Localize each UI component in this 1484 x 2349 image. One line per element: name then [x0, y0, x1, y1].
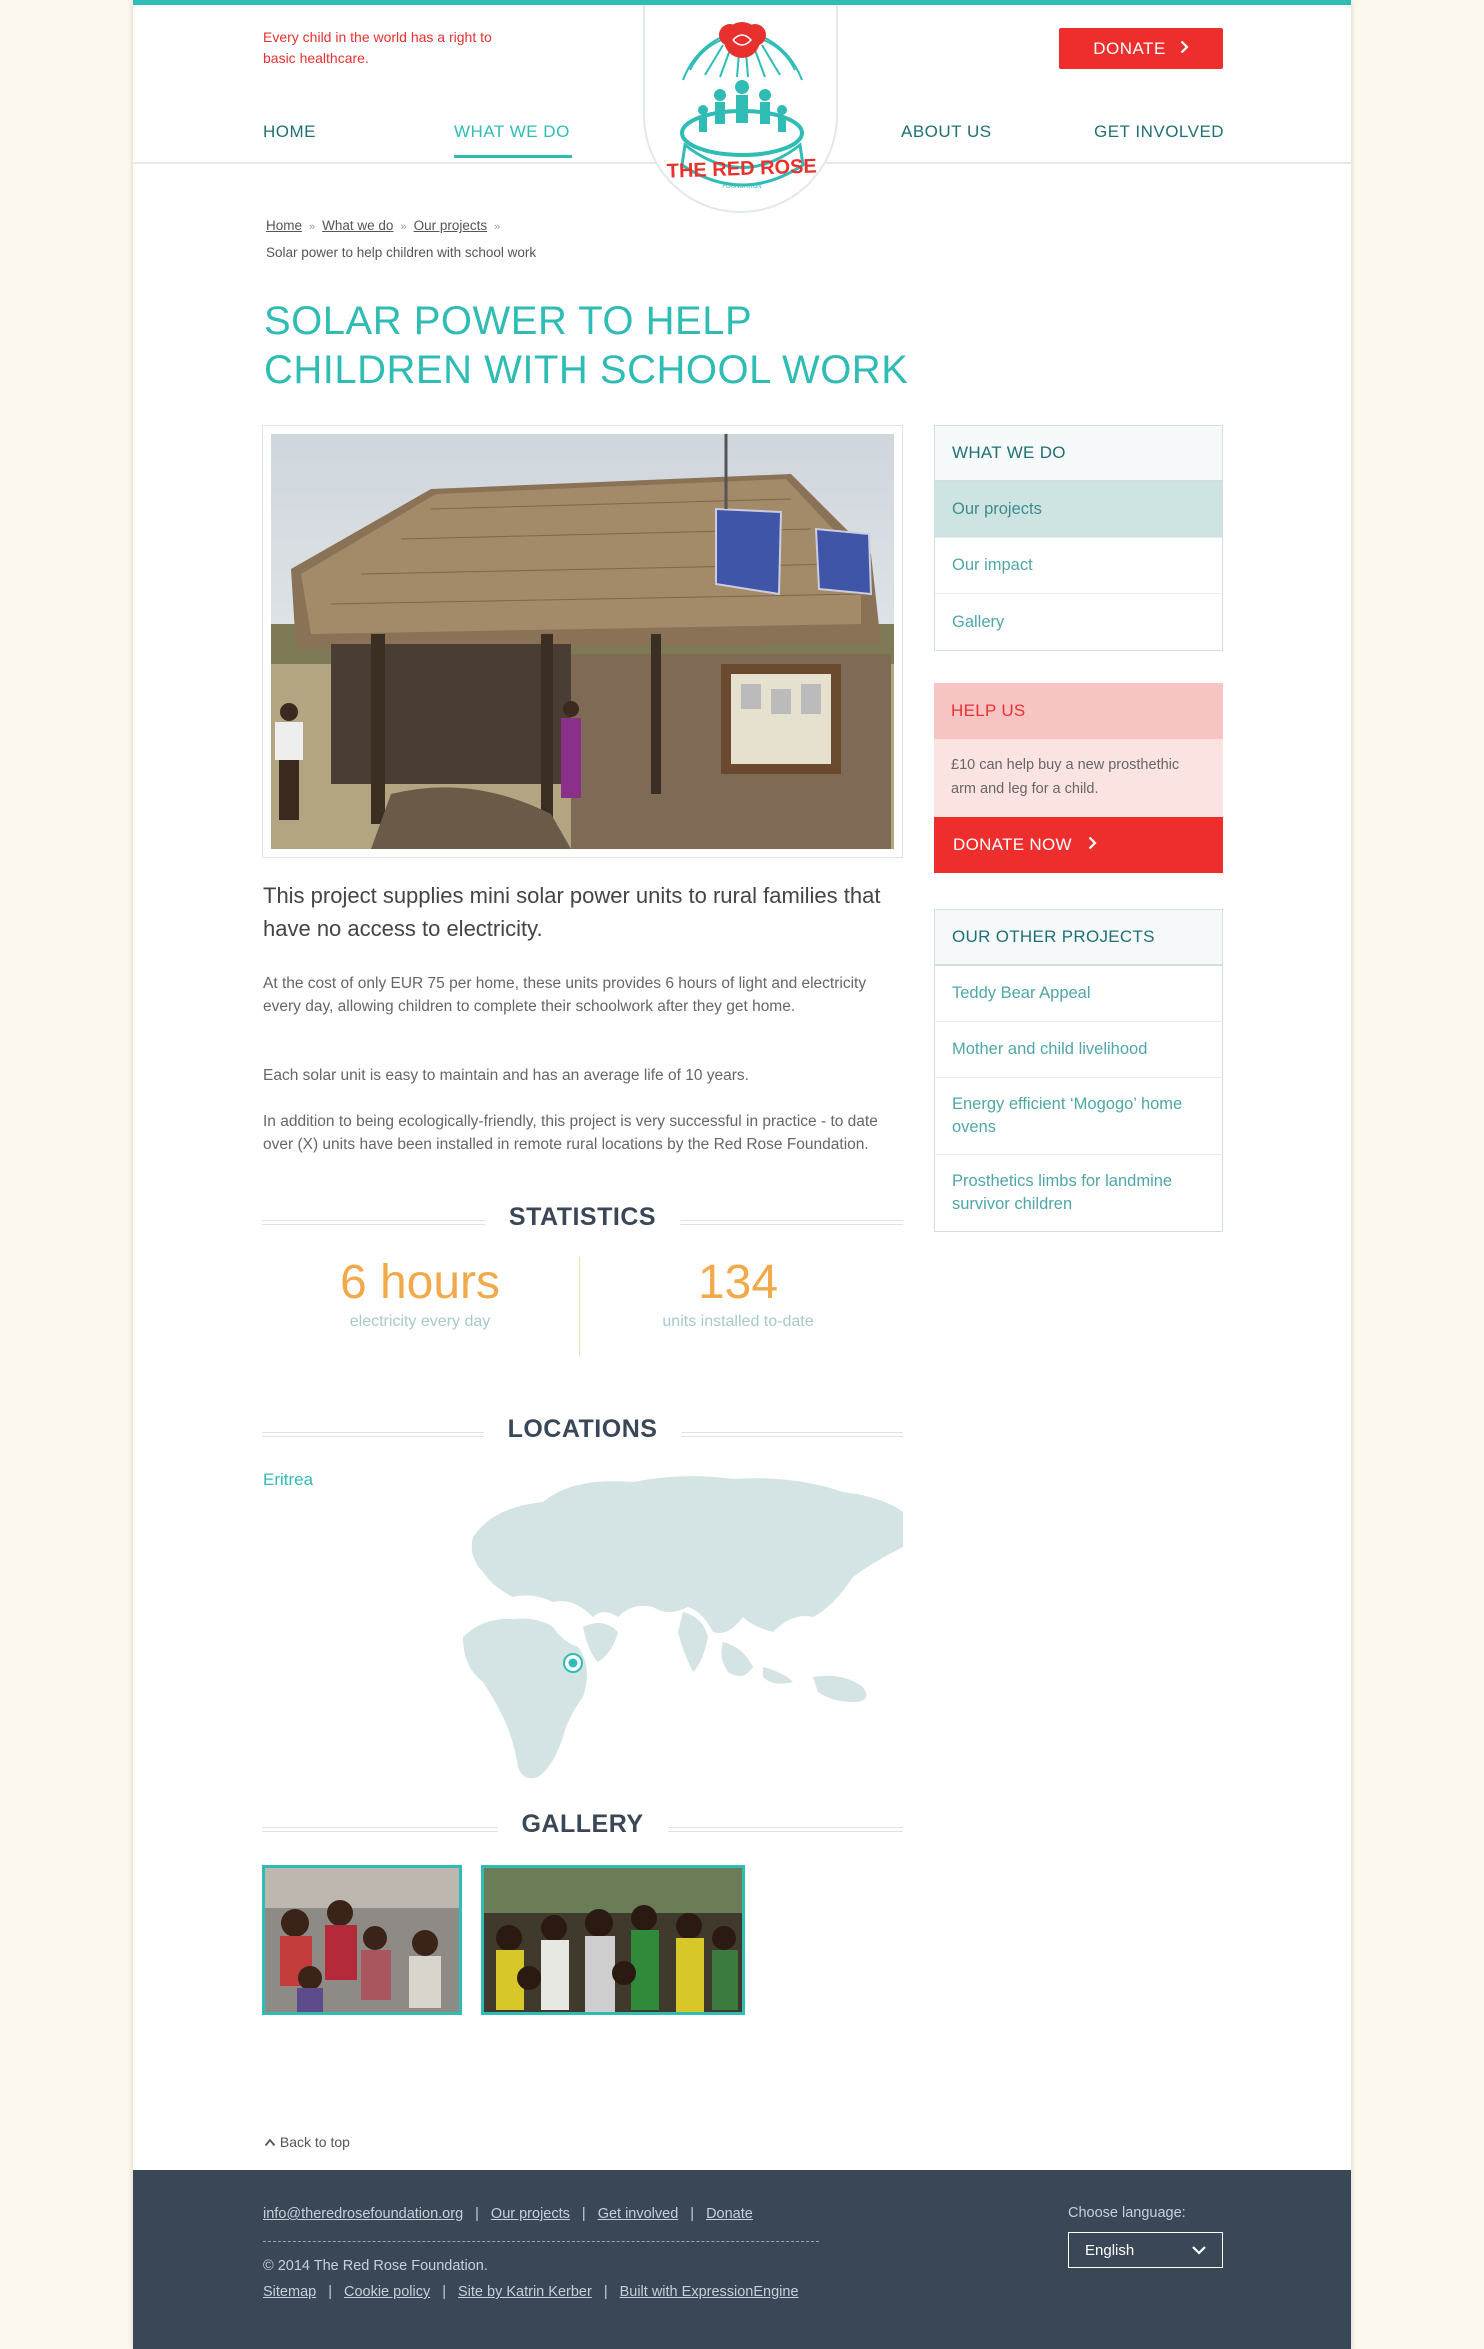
footer-link-our-projects[interactable]: Our projects [491, 2206, 570, 2222]
footer-links: info@theredrosefoundation.org | Our proj… [263, 2206, 753, 2222]
svg-text:THE RED ROSE: THE RED ROSE [666, 155, 817, 182]
gallery-heading: GALLERY [262, 1810, 903, 1850]
stat-hours: 6 hours electricity every day [262, 1255, 578, 1331]
solar-hut-image [271, 434, 894, 849]
body-paragraph: At the cost of only EUR 75 per home, the… [263, 975, 867, 1015]
language-label: Choose language: [1068, 2205, 1186, 2221]
chevron-right-icon: » [494, 221, 501, 233]
world-map [463, 1476, 903, 1779]
donate-now-button[interactable]: DONATE NOW [934, 817, 1223, 873]
nav-active-indicator [454, 155, 572, 158]
page-title: SOLAR POWER TO HELP CHILDREN WITH SCHOOL… [264, 299, 909, 392]
sidebar-item-gallery[interactable]: Gallery [935, 594, 1222, 650]
what-we-do-menu: WHAT WE DO Our projects Our impact Galle… [934, 425, 1223, 651]
intro-text: This project supplies mini solar power u… [263, 883, 881, 941]
donate-button[interactable]: DONATE [1059, 28, 1223, 69]
footer-link-donate[interactable]: Donate [706, 2206, 753, 2222]
statistics-heading: STATISTICS [262, 1203, 903, 1243]
locations-heading: LOCATIONS [262, 1415, 903, 1455]
stat-caption: units installed to-date [662, 1313, 814, 1330]
red-rose-logo-icon: THE RED ROSE FOUNDATION [666, 22, 817, 190]
logo[interactable]: THE RED ROSE FOUNDATION [643, 5, 838, 213]
breadcrumb-our-projects[interactable]: Our projects [414, 218, 488, 233]
language-value: English [1085, 2241, 1135, 2259]
what-we-do-heading: WHAT WE DO [935, 426, 1222, 482]
donate-now-label: DONATE NOW [953, 835, 1072, 854]
sidebar-item-our-impact[interactable]: Our impact [935, 538, 1222, 594]
body-paragraph: In addition to being ecologically-friend… [263, 1113, 878, 1153]
back-to-top-label: Back to top [279, 2134, 350, 2150]
gallery-thumbnail[interactable] [262, 1865, 462, 2015]
body-paragraph: Each solar unit is easy to maintain and … [263, 1067, 749, 1084]
tagline: Every child in the world has a right to … [263, 29, 492, 66]
nav-home[interactable]: HOME [263, 122, 316, 142]
back-to-top-link[interactable]: Back to top [264, 2134, 350, 2150]
help-us-box: HELP US £10 can help buy a new prostheth… [934, 683, 1223, 873]
other-project-link[interactable]: Teddy Bear Appeal [935, 966, 1222, 1022]
breadcrumb-what-we-do[interactable]: What we do [322, 218, 393, 233]
chevron-right-icon: » [400, 221, 407, 233]
footer-link-site-by[interactable]: Site by Katrin Kerber [458, 2284, 592, 2300]
nav-what-we-do[interactable]: WHAT WE DO [454, 122, 570, 142]
page: Every child in the world has a right to … [133, 0, 1351, 2349]
sidebar-item-our-projects[interactable]: Our projects [935, 482, 1222, 538]
other-project-link[interactable]: Prosthetics limbs for landmine survivor … [935, 1155, 1222, 1231]
footer-email-link[interactable]: info@theredrosefoundation.org [263, 2206, 463, 2222]
chevron-right-icon [1088, 835, 1097, 855]
stat-value: 134 [697, 1256, 779, 1309]
donate-button-label: DONATE [1093, 38, 1166, 58]
project-photo [262, 425, 903, 858]
other-project-link[interactable]: Mother and child livelihood [935, 1022, 1222, 1078]
breadcrumb: Home » What we do » Our projects » Solar powe… [266, 213, 536, 265]
copyright: © 2014 The Red Rose Foundation. [263, 2258, 488, 2274]
other-projects-heading: OUR OTHER PROJECTS [935, 910, 1222, 966]
footer-secondary-links: Sitemap | Cookie policy | Site by Katrin… [263, 2284, 799, 2300]
stat-units: 134 units installed to-date [580, 1255, 896, 1331]
help-us-heading: HELP US [934, 683, 1223, 739]
stat-value: 6 hours [339, 1256, 501, 1309]
chevron-up-icon [264, 2134, 280, 2150]
other-projects-menu: OUR OTHER PROJECTS Teddy Bear Appeal Mot… [934, 909, 1223, 1232]
help-us-text: £10 can help buy a new prosthethic arm a… [934, 739, 1223, 817]
location-name[interactable]: Eritrea [263, 1470, 313, 1490]
footer: info@theredrosefoundation.org | Our proj… [133, 2170, 1351, 2349]
language-select[interactable]: English [1068, 2232, 1223, 2268]
chevron-down-icon [1191, 2242, 1207, 2259]
other-project-link[interactable]: Energy efficient ‘Mogogo’ home ovens [935, 1078, 1222, 1155]
stat-caption: electricity every day [349, 1313, 491, 1330]
footer-link-expressionengine[interactable]: Built with ExpressionEngine [620, 2284, 799, 2300]
footer-divider [263, 2241, 819, 2242]
nav-get-involved[interactable]: GET INVOLVED [1094, 122, 1224, 142]
footer-link-sitemap[interactable]: Sitemap [263, 2284, 316, 2300]
footer-link-cookie-policy[interactable]: Cookie policy [344, 2284, 430, 2300]
breadcrumb-home[interactable]: Home [266, 218, 302, 233]
gallery-thumbnail[interactable] [481, 1865, 745, 2015]
chevron-right-icon [1180, 39, 1189, 59]
footer-link-get-involved[interactable]: Get involved [598, 2206, 679, 2222]
nav-about-us[interactable]: ABOUT US [901, 122, 992, 142]
breadcrumb-current: Solar power to help children with school… [266, 245, 537, 260]
svg-text:FOUNDATION: FOUNDATION [722, 184, 761, 190]
chevron-right-icon: » [309, 221, 316, 233]
